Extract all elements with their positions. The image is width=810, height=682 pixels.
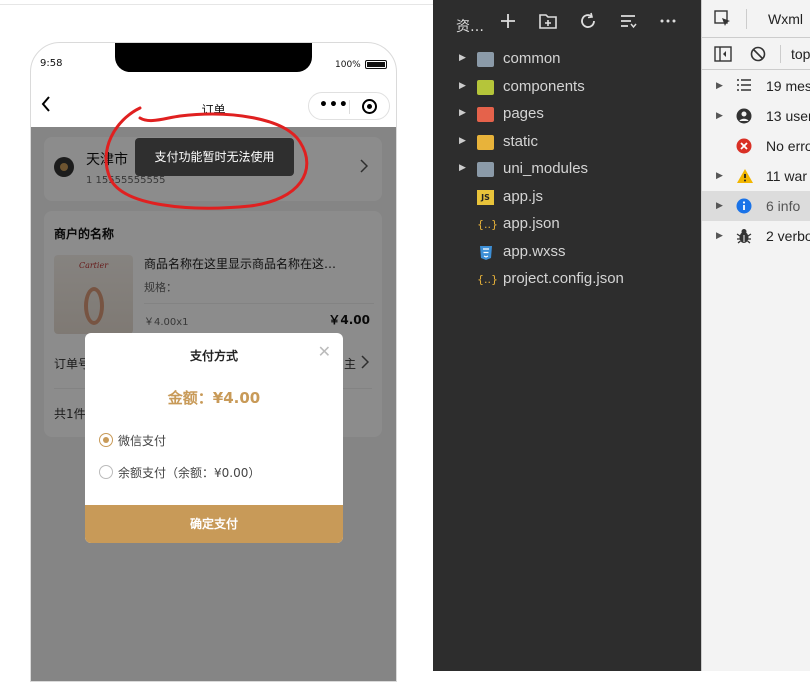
toast-message: 支付功能暂时无法使用 [135,138,294,176]
more-dots-icon[interactable]: ••• [319,97,349,113]
folder-icon [477,162,494,177]
css-file-icon [477,245,494,260]
filter-verbose[interactable]: ▶ 2 verbo [702,221,810,251]
chevron-right-icon[interactable]: ▶ [716,110,723,121]
console-panel: Wxml top ▶ 19 mes ▶ 13 user No erro ▶ 11… [701,0,810,671]
folder-icon [477,52,494,67]
filter-messages[interactable]: ▶ 19 mes [702,71,810,101]
tree-item-app-json[interactable]: {..} app.json [433,212,701,239]
json-file-icon: {..} [477,273,498,286]
divider [746,9,747,29]
tree-item-label: uni_modules [503,160,589,177]
console-toolbar: top [702,38,810,70]
chevron-right-icon[interactable]: ▶ [459,136,466,146]
pay-option-label: 微信支付 [118,434,167,448]
mini-program-capsule: ••• [308,92,390,120]
explorer-toolbar: 资… [433,0,701,48]
battery-icon [365,60,387,69]
filter-label: 6 info [766,198,801,214]
chevron-right-icon[interactable]: ▶ [716,170,723,181]
phone-frame: 9:58 100% 订单 ••• 天津市 1 15555555555 商户的名称… [30,42,397,682]
chevron-right-icon[interactable]: ▶ [716,230,723,241]
confirm-pay-button[interactable]: 确定支付 [85,505,343,543]
chevron-right-icon[interactable]: ▶ [459,81,466,91]
pages-folder-icon [477,107,494,122]
devtools-tabs: Wxml [702,0,810,38]
tree-item-label: app.json [503,215,560,232]
radio-selected-icon[interactable] [99,433,113,447]
tree-item-common[interactable]: ▶ common [433,47,701,74]
console-message-filters: ▶ 19 mes ▶ 13 user No erro ▶ 11 war ▶ 6 … [702,71,810,251]
filter-errors[interactable]: No erro [702,131,810,161]
filter-label: 13 user [766,108,810,124]
warning-icon [736,168,753,184]
error-icon [736,138,752,154]
chevron-right-icon[interactable]: ▶ [716,200,723,211]
chevron-right-icon[interactable]: ▶ [459,163,466,173]
payment-amount: 金额：¥4.00 [167,389,261,407]
tree-item-app-js[interactable]: JS app.js [433,185,701,212]
tree-item-label: components [503,78,585,95]
status-time: 9:58 [40,58,63,69]
tree-item-components[interactable]: ▶ components [433,75,701,102]
file-explorer: 资… ▶ common ▶ components ▶ pages ▶ stati… [433,0,701,671]
context-selector[interactable]: top [791,46,810,62]
collapse-icon[interactable] [616,12,640,36]
tree-item-label: pages [503,105,544,122]
tree-item-label: static [503,133,539,150]
chevron-right-icon[interactable]: ▶ [459,53,466,63]
close-circle-icon[interactable] [362,99,377,114]
filter-info[interactable]: ▶ 6 info [702,191,810,221]
json-file-icon: {..} [477,218,498,231]
tree-item-pages[interactable]: ▶ pages [433,102,701,129]
refresh-icon[interactable] [576,12,600,36]
tab-wxml[interactable]: Wxml [768,11,803,27]
list-icon [736,78,752,94]
filter-warnings[interactable]: ▶ 11 war [702,161,810,191]
sidebar-toggle-icon[interactable] [714,46,732,67]
tree-item-label: app.js [503,188,544,205]
filter-user-messages[interactable]: ▶ 13 user [702,101,810,131]
close-icon[interactable]: ✕ [318,342,331,361]
static-folder-icon [477,135,494,150]
battery-percent: 100% [335,60,361,70]
plus-icon[interactable] [496,12,520,36]
filter-label: 2 verbo [766,228,810,244]
more-icon[interactable] [656,12,680,36]
pay-option-label: 余额支付（余额：¥0.00） [118,466,261,480]
payment-title: 支付方式 [189,349,238,363]
tree-item-static[interactable]: ▶ static [433,130,701,157]
capsule-divider [349,100,350,114]
user-icon [736,108,752,124]
components-folder-icon [477,80,494,95]
bug-icon [736,228,752,244]
divider [780,45,781,63]
new-folder-icon[interactable] [536,12,560,36]
simulator-top-border [0,0,433,5]
chevron-right-icon[interactable]: ▶ [716,80,723,91]
phone-notch [115,43,312,72]
simulator-panel: 9:58 100% 订单 ••• 天津市 1 15555555555 商户的名称… [0,0,433,682]
tree-item-label: app.wxss [503,243,566,260]
tree-item-label: common [503,50,561,67]
tree-item-app-wxss[interactable]: app.wxss [433,240,701,267]
filter-label: 11 war [766,168,807,184]
tree-item-uni-modules[interactable]: ▶ uni_modules [433,157,701,184]
tree-item-label: project.config.json [503,270,624,287]
js-file-icon: JS [477,190,494,205]
inspect-cursor-icon[interactable] [714,10,732,33]
radio-unselected-icon[interactable] [99,465,113,479]
info-icon [736,198,752,214]
tree-item-project-config[interactable]: {..} project.config.json [433,267,701,294]
filter-label: 19 mes [766,78,810,94]
clear-console-icon[interactable] [750,46,766,67]
payment-modal: 支付方式 ✕ 金额：¥4.00 微信支付 余额支付（余额：¥0.00） 确定支付 [85,333,343,543]
nav-bar: 订单 ••• [31,87,396,127]
filter-label: No erro [766,138,810,154]
chevron-right-icon[interactable]: ▶ [459,108,466,118]
explorer-title: 资… [456,19,484,35]
